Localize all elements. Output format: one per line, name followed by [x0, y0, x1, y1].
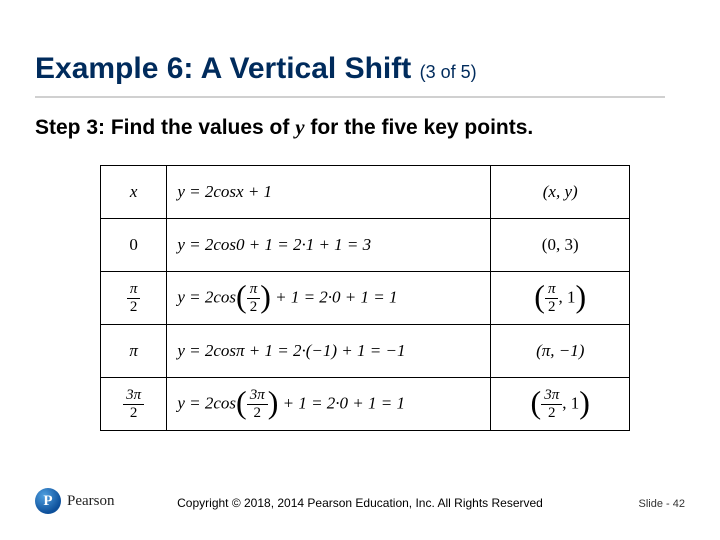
step-var: y — [295, 115, 304, 139]
key-points-table: x y = 2cosx + 1 (x, y) 0 y = 2cos0 + 1 =… — [100, 165, 630, 431]
pt-val: , 1 — [558, 287, 575, 306]
slide-title: Example 6: A Vertical Shift (3 of 5) — [35, 52, 477, 86]
table-row: π 2 y = 2cos(π2) + 1 = 2·0 + 1 = 1 (π2, … — [101, 272, 630, 325]
step-line: Step 3: Find the values of y for the fiv… — [35, 115, 533, 140]
pt-frac: π2 — [545, 282, 559, 315]
slide-number: Slide - 42 — [639, 498, 685, 510]
cell-eq-post: + 1 = 2·0 + 1 = 1 — [278, 393, 405, 412]
table-row: x y = 2cosx + 1 (x, y) — [101, 166, 630, 219]
table-wrap: x y = 2cosx + 1 (x, y) 0 y = 2cos0 + 1 =… — [100, 165, 630, 431]
pt-frac: 3π2 — [541, 388, 562, 421]
step-suffix: for the five key points. — [305, 116, 534, 139]
cell-eq: y = 2cos0 + 1 = 2·1 + 1 = 3 — [177, 235, 371, 254]
cell-pt: (0, 3) — [542, 235, 579, 254]
cell-x-frac: 3π 2 — [123, 388, 144, 421]
copyright-line: Copyright © 2018, 2014 Pearson Education… — [0, 496, 720, 510]
cell-x: π — [129, 341, 138, 360]
col-header-xy: (x, y) — [543, 182, 578, 201]
slide: Example 6: A Vertical Shift (3 of 5) Ste… — [0, 0, 720, 540]
eq-frac: 3π2 — [247, 388, 268, 421]
cell-eq-post: + 1 = 2·0 + 1 = 1 — [271, 287, 398, 306]
table-row: π y = 2cosπ + 1 = 2·(−1) + 1 = −1 (π, −1… — [101, 325, 630, 378]
cell-x: 0 — [129, 235, 138, 254]
pt-val: , 1 — [562, 393, 579, 412]
cell-pt: (π, −1) — [536, 341, 584, 360]
cell-eq: y = 2cosπ + 1 = 2·(−1) + 1 = −1 — [177, 341, 405, 360]
title-main: Example 6: A Vertical Shift — [35, 52, 411, 85]
title-rule — [35, 96, 665, 98]
eq-frac: π2 — [247, 282, 261, 315]
col-header-y: y = 2cosx + 1 — [177, 182, 272, 201]
table-row: 3π 2 y = 2cos(3π2) + 1 = 2·0 + 1 = 1 (3π… — [101, 378, 630, 431]
cell-eq-pre: y = 2cos — [177, 393, 236, 412]
step-prefix: Step 3: Find the values of — [35, 116, 295, 139]
cell-eq-pre: y = 2cos — [177, 287, 236, 306]
title-sub: (3 of 5) — [420, 62, 477, 82]
table-row: 0 y = 2cos0 + 1 = 2·1 + 1 = 3 (0, 3) — [101, 219, 630, 272]
cell-x-frac: π 2 — [127, 282, 141, 315]
col-header-x: x — [130, 182, 138, 201]
